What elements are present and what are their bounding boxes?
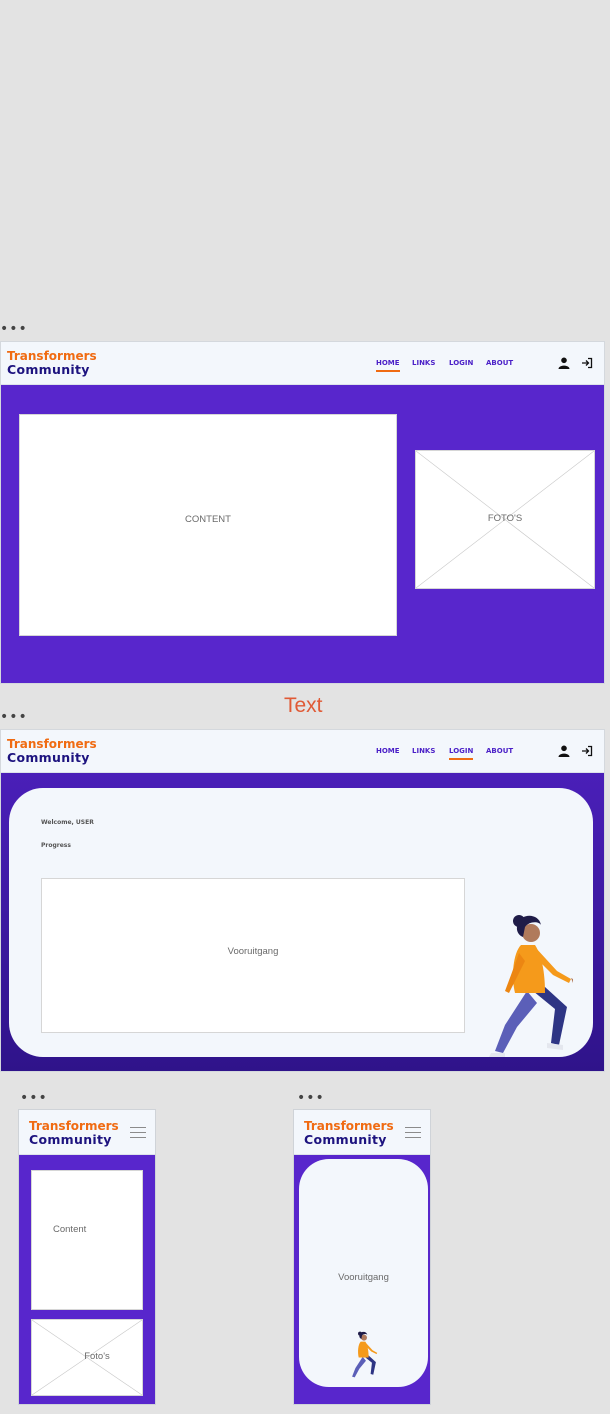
brand-logo[interactable]: Transformers Community	[7, 350, 97, 377]
user-icon[interactable]	[558, 745, 570, 757]
nav-about[interactable]: ABOUT	[486, 747, 513, 755]
progress-card: Welcome, USER Progress Vooruitgang	[9, 788, 593, 1057]
brand-logo[interactable]: Transformers Community	[29, 1120, 119, 1147]
brand-logo[interactable]: Transformers Community	[304, 1120, 394, 1147]
content-label: Content	[53, 1224, 87, 1235]
content-label: CONTENT	[185, 514, 231, 525]
progress-label: Vooruitgang	[227, 946, 279, 957]
content-placeholder: Content	[31, 1170, 143, 1310]
content-placeholder: CONTENT	[19, 414, 397, 636]
header: Transformers Community HOME LINKS LOGIN …	[1, 730, 604, 773]
login-icon[interactable]	[581, 357, 593, 369]
user-icon[interactable]	[558, 357, 570, 369]
hamburger-icon[interactable]	[405, 1127, 421, 1142]
nav-links[interactable]: LINKS	[412, 747, 435, 755]
frame-menu-dots[interactable]: •••	[297, 1091, 325, 1105]
header: Transformers Community	[294, 1110, 430, 1155]
mobile-home-frame: Transformers Community Content Foto's	[18, 1109, 156, 1405]
progress-placeholder: Vooruitgang	[41, 878, 465, 1033]
nav-login[interactable]: LOGIN	[449, 359, 473, 367]
mobile-content-area: Content Foto's	[19, 1155, 155, 1404]
header: Transformers Community	[19, 1110, 155, 1155]
photos-placeholder: Foto's	[31, 1319, 143, 1396]
brand-line2: Community	[304, 1132, 387, 1147]
mobile-login-frame: Transformers Community Vooruitgang	[293, 1109, 431, 1405]
desktop-home-frame: Transformers Community HOME LINKS LOGIN …	[0, 341, 605, 684]
nav-about[interactable]: ABOUT	[486, 359, 513, 367]
nav-links[interactable]: LINKS	[412, 359, 435, 367]
brand-line2: Community	[7, 750, 90, 765]
nav-home[interactable]: HOME	[376, 747, 400, 755]
desktop-login-frame: Transformers Community HOME LINKS LOGIN …	[0, 729, 605, 1072]
progress-label: Vooruitgang	[338, 1272, 389, 1283]
person-illustration	[352, 1331, 378, 1378]
photos-label: FOTO'S	[487, 513, 523, 524]
frame-menu-dots[interactable]: •••	[0, 322, 28, 336]
frame-menu-dots[interactable]: •••	[0, 710, 28, 724]
welcome-text: Welcome, USER	[41, 819, 94, 826]
nav-home[interactable]: HOME	[376, 359, 400, 372]
progress-heading: Progress	[41, 842, 71, 849]
frame-menu-dots[interactable]: •••	[20, 1091, 48, 1105]
hero-area: CONTENT FOTO'S	[1, 385, 604, 683]
annotation-text: Text	[284, 694, 323, 717]
hamburger-icon[interactable]	[130, 1127, 146, 1142]
nav-login[interactable]: LOGIN	[449, 747, 474, 760]
brand-line2: Community	[7, 362, 90, 377]
brand-line2: Community	[29, 1132, 112, 1147]
header: Transformers Community HOME LINKS LOGIN …	[1, 342, 604, 385]
dashboard-area: Welcome, USER Progress Vooruitgang	[1, 773, 604, 1071]
photos-label: Foto's	[84, 1351, 110, 1362]
login-icon[interactable]	[581, 745, 593, 757]
person-illustration	[489, 915, 573, 1057]
brand-logo[interactable]: Transformers Community	[7, 738, 97, 765]
progress-card: Vooruitgang	[299, 1159, 428, 1387]
mobile-dashboard-area: Vooruitgang	[294, 1155, 430, 1404]
photos-placeholder: FOTO'S	[415, 450, 595, 589]
